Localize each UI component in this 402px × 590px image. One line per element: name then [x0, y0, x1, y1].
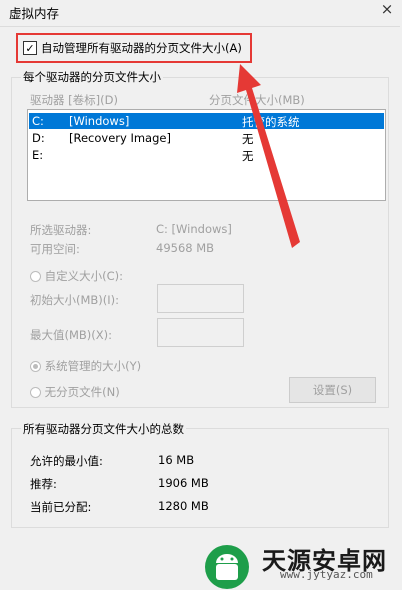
annotation-arrow	[237, 64, 300, 248]
android-logo-icon	[205, 545, 249, 589]
watermark-url: www.jytyaz.com	[280, 568, 373, 581]
